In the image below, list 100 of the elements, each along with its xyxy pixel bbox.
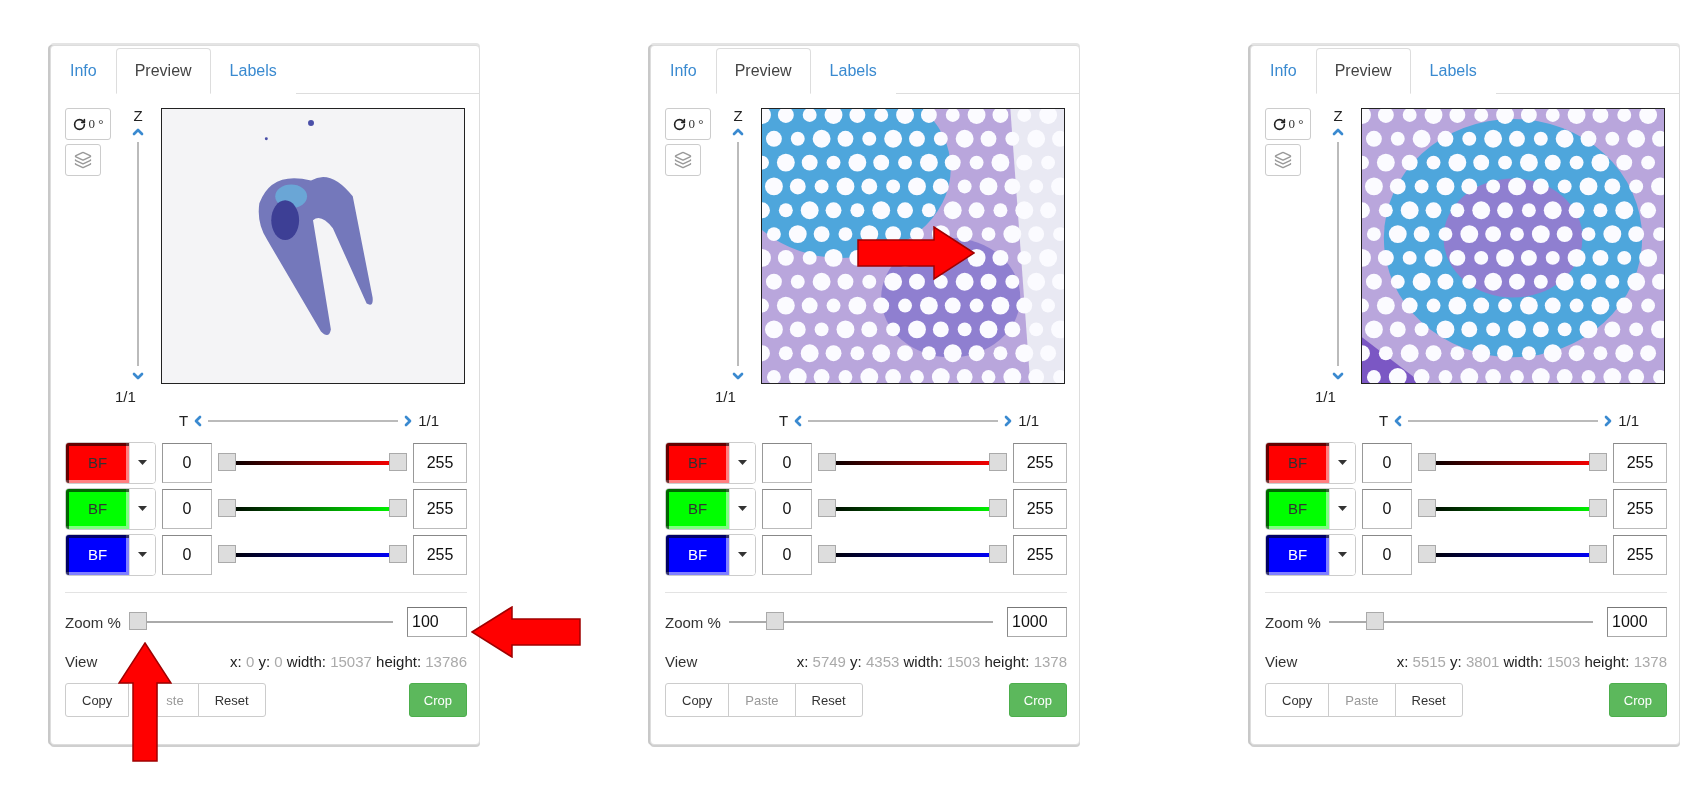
channel-select[interactable]: BF xyxy=(665,487,756,530)
max-input[interactable]: 255 xyxy=(413,534,467,575)
rotate-button[interactable]: 0 ° xyxy=(1265,108,1311,140)
channel-color-button[interactable]: BF xyxy=(66,488,129,529)
slider-handle[interactable] xyxy=(389,452,407,471)
min-input[interactable]: 0 xyxy=(762,488,812,529)
zoom-input[interactable]: 1000 xyxy=(1607,607,1667,637)
range-slider[interactable] xyxy=(1418,452,1607,473)
slider-handle[interactable] xyxy=(818,452,836,471)
slider-handle[interactable] xyxy=(1589,452,1607,471)
range-slider[interactable] xyxy=(218,498,407,519)
dropdown-button[interactable] xyxy=(1329,442,1355,483)
max-input[interactable]: 255 xyxy=(413,488,467,529)
slider-handle[interactable] xyxy=(128,612,147,630)
t-label: T xyxy=(179,413,189,429)
min-input[interactable]: 0 xyxy=(1362,534,1412,575)
dropdown-button[interactable] xyxy=(729,442,755,483)
range-slider[interactable] xyxy=(818,544,1007,565)
slider-handle[interactable] xyxy=(989,498,1007,517)
min-input[interactable]: 0 xyxy=(162,534,212,575)
channel-color-button[interactable]: BF xyxy=(1266,534,1329,575)
range-slider[interactable] xyxy=(1418,544,1607,565)
range-slider[interactable] xyxy=(818,452,1007,473)
min-input[interactable]: 0 xyxy=(762,442,812,483)
caret-icon xyxy=(138,506,147,511)
dropdown-button[interactable] xyxy=(129,534,155,575)
channel-select[interactable]: BF xyxy=(1265,487,1356,530)
channel-color-button[interactable]: BF xyxy=(666,488,729,529)
slider-handle[interactable] xyxy=(1365,612,1384,630)
dropdown-button[interactable] xyxy=(1329,534,1355,575)
channel-select[interactable]: BF xyxy=(65,533,156,576)
max-input[interactable]: 255 xyxy=(1613,488,1667,529)
channel-color-button[interactable]: BF xyxy=(1266,488,1329,529)
rotate-icon xyxy=(672,117,686,131)
toolbar-button[interactable]: Reset xyxy=(1394,683,1463,717)
min-input[interactable]: 0 xyxy=(1362,488,1412,529)
max-input[interactable]: 255 xyxy=(1013,534,1067,575)
slider-handle[interactable] xyxy=(389,544,407,563)
tab[interactable]: Preview xyxy=(715,48,811,94)
layers-button[interactable] xyxy=(1265,144,1301,176)
toolbar-button[interactable]: Copy xyxy=(65,683,130,717)
max-input[interactable]: 255 xyxy=(413,442,467,483)
slider-handle[interactable] xyxy=(989,544,1007,563)
min-input[interactable]: 0 xyxy=(162,442,212,483)
min-input[interactable]: 0 xyxy=(762,534,812,575)
dropdown-button[interactable] xyxy=(1329,488,1355,529)
max-input[interactable]: 255 xyxy=(1013,442,1067,483)
layers-button[interactable] xyxy=(65,144,101,176)
slider-handle[interactable] xyxy=(218,544,236,563)
dropdown-button[interactable] xyxy=(129,442,155,483)
rotate-icon xyxy=(1272,117,1286,131)
z-label: Z xyxy=(133,108,143,124)
slider-handle[interactable] xyxy=(818,498,836,517)
dropdown-button[interactable] xyxy=(729,488,755,529)
layers-button[interactable] xyxy=(665,144,701,176)
slider-handle[interactable] xyxy=(389,498,407,517)
slider-handle[interactable] xyxy=(989,452,1007,471)
toolbar-button[interactable]: Copy xyxy=(665,683,730,717)
channel-select[interactable]: BF xyxy=(1265,533,1356,576)
slider-handle[interactable] xyxy=(765,612,784,630)
zoom-slider[interactable] xyxy=(128,612,393,632)
max-input[interactable]: 255 xyxy=(1013,488,1067,529)
channel-select[interactable]: BF xyxy=(65,487,156,530)
toolbar-button[interactable]: Copy xyxy=(1265,683,1330,717)
zoom-input[interactable]: 1000 xyxy=(1007,607,1067,637)
range-slider[interactable] xyxy=(218,452,407,473)
dropdown-button[interactable] xyxy=(129,488,155,529)
zoom-slider[interactable] xyxy=(1328,612,1593,632)
channel-color-button[interactable]: BF xyxy=(66,534,129,575)
range-slider[interactable] xyxy=(1418,498,1607,519)
slider-handle[interactable] xyxy=(1589,544,1607,563)
channel-color-button[interactable]: BF xyxy=(666,534,729,575)
caret-icon xyxy=(138,460,147,465)
channel-select[interactable]: BF xyxy=(665,533,756,576)
max-input[interactable]: 255 xyxy=(1613,534,1667,575)
range-slider[interactable] xyxy=(818,498,1007,519)
toolbar-button[interactable]: Reset xyxy=(794,683,863,717)
zoom-slider[interactable] xyxy=(728,612,993,632)
slider-handle[interactable] xyxy=(1589,498,1607,517)
slider-handle[interactable] xyxy=(1418,452,1436,471)
tab[interactable]: Preview xyxy=(1315,48,1411,94)
rotate-button[interactable]: 0 ° xyxy=(65,108,111,140)
view-label: View xyxy=(665,652,698,670)
slider-handle[interactable] xyxy=(1418,544,1436,563)
rotate-button[interactable]: 0 ° xyxy=(665,108,711,140)
dropdown-button[interactable] xyxy=(729,534,755,575)
tab[interactable]: Preview xyxy=(115,48,211,94)
t-value: 1/1 xyxy=(1618,413,1639,429)
slider-handle[interactable] xyxy=(218,498,236,517)
caret-icon xyxy=(738,506,747,511)
toolbar-button[interactable]: Reset xyxy=(197,683,266,717)
min-input[interactable]: 0 xyxy=(162,488,212,529)
max-input[interactable]: 255 xyxy=(1613,442,1667,483)
zoom-input[interactable]: 100 xyxy=(407,607,467,637)
min-input[interactable]: 0 xyxy=(1362,442,1412,483)
view-coordinates: x: 5515 y: 3801 width: 1503 height: 1378 xyxy=(1396,652,1667,670)
range-slider[interactable] xyxy=(218,544,407,565)
slider-handle[interactable] xyxy=(218,452,236,471)
slider-handle[interactable] xyxy=(1418,498,1436,517)
slider-handle[interactable] xyxy=(818,544,836,563)
